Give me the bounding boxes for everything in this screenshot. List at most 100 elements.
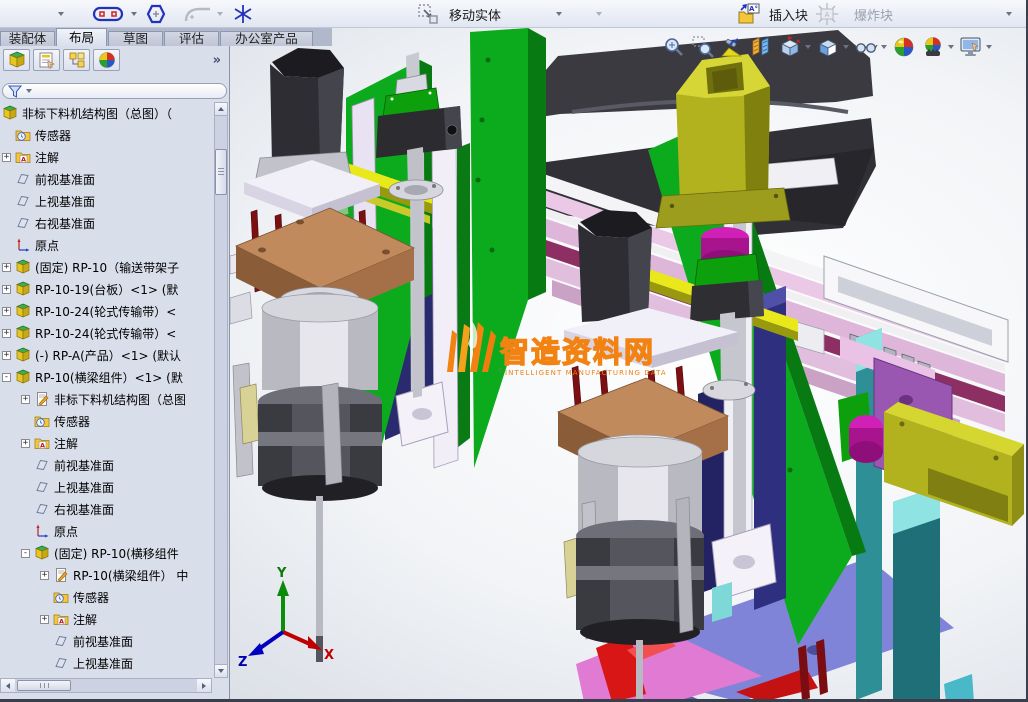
- horizontal-scroll-thumb[interactable]: [17, 680, 71, 691]
- view-orientation-icon-caret[interactable]: [805, 45, 811, 49]
- insert-block-label[interactable]: 插入块: [765, 0, 808, 28]
- vertical-scroll-thumb[interactable]: [215, 149, 227, 195]
- scroll-left-button[interactable]: [1, 679, 15, 692]
- tree-expander[interactable]: +: [21, 395, 30, 404]
- tree-item-label: 右视基准面: [54, 501, 114, 518]
- tree-item[interactable]: +(固定) RP-10（输送带架子: [0, 256, 213, 278]
- scroll-up-button[interactable]: [215, 103, 227, 116]
- tree-item[interactable]: 上视基准面: [0, 190, 213, 212]
- tree-item[interactable]: +RP-10-24(轮式传输带）<: [0, 322, 213, 344]
- hide-show-items-icon[interactable]: [854, 35, 887, 59]
- cad-model[interactable]: 智造资料网 INTELLIGENT MANUFACTURING DATA Y X…: [230, 28, 1026, 699]
- scroll-right-button[interactable]: [197, 679, 211, 692]
- slot-dropdown-caret[interactable]: [128, 0, 137, 28]
- tree-vertical-scrollbar[interactable]: [214, 102, 228, 678]
- plane-icon: [15, 171, 32, 187]
- tree-expander[interactable]: -: [21, 549, 30, 558]
- tree-item-label: 上视基准面: [54, 479, 114, 496]
- tree-item[interactable]: -RP-10(横梁组件）<1> (默: [0, 366, 213, 388]
- pattern-asterisk-icon[interactable]: [230, 0, 256, 28]
- tree-expander[interactable]: +: [21, 439, 30, 448]
- tree-expander[interactable]: -: [2, 373, 11, 382]
- tree-expander[interactable]: +: [2, 351, 11, 360]
- edit-appearance-icon[interactable]: [892, 35, 916, 59]
- origin-icon: [15, 237, 32, 253]
- tree-item[interactable]: +RP-10(横梁组件） 中: [0, 564, 213, 586]
- assembly-icon: [15, 259, 32, 275]
- toolbar-dropdown-caret[interactable]: [55, 0, 64, 28]
- feature-manager-tab[interactable]: [3, 49, 30, 71]
- tree-item[interactable]: +非标下料机结构图（总图: [0, 388, 213, 410]
- display-style-icon[interactable]: [816, 35, 849, 59]
- scroll-down-button[interactable]: [215, 664, 227, 677]
- tree-item[interactable]: 上视基准面: [0, 652, 213, 674]
- apply-scene-icon[interactable]: [921, 35, 954, 59]
- panel-tabs-overflow[interactable]: »: [213, 53, 221, 68]
- watermark-subtitle: INTELLIGENT MANUFACTURING DATA: [505, 369, 667, 377]
- view-orientation-icon[interactable]: [778, 35, 811, 59]
- tree-expander[interactable]: +: [2, 153, 11, 162]
- tab-3[interactable]: 评估: [164, 31, 219, 46]
- tree-expander[interactable]: +: [2, 329, 11, 338]
- slot-icon[interactable]: [92, 0, 124, 28]
- tree-expander[interactable]: +: [40, 571, 49, 580]
- tree-item[interactable]: 右视基准面: [0, 212, 213, 234]
- tab-4[interactable]: 办公室产品: [220, 31, 313, 46]
- tree-item[interactable]: +(-) RP-A(产品）<1> (默认: [0, 344, 213, 366]
- tree-item[interactable]: 传感器: [0, 410, 213, 432]
- tree-expander[interactable]: +: [2, 307, 11, 316]
- tree-expander[interactable]: +: [40, 615, 49, 624]
- tree-item[interactable]: +A注解: [0, 432, 213, 454]
- hide-show-items-icon-caret[interactable]: [881, 45, 887, 49]
- graphics-viewport[interactable]: 智造资料网 INTELLIGENT MANUFACTURING DATA Y X…: [230, 28, 1026, 699]
- view-settings-icon-caret[interactable]: [986, 45, 992, 49]
- tree-item-label: 右视基准面: [35, 215, 95, 232]
- tab-2[interactable]: 草图: [108, 31, 163, 46]
- zoom-to-fit-icon[interactable]: [662, 35, 686, 59]
- move-entities-icon[interactable]: [416, 0, 440, 28]
- sensor-icon: [34, 413, 51, 429]
- tree-expander[interactable]: +: [2, 285, 11, 294]
- tree-item[interactable]: 非标下料机结构图（总图）（: [0, 102, 213, 124]
- tree-item[interactable]: 上视基准面: [0, 476, 213, 498]
- tree-item[interactable]: 右视基准面: [0, 498, 213, 520]
- feature-manager-panel: » 非标下料机结构图（总图）（传感器+A注解前视基准面上视基准面右视基准面原点+…: [0, 46, 230, 702]
- tree-item[interactable]: +RP-10-19(台板）<1> (默: [0, 278, 213, 300]
- fillet-icon: [182, 0, 214, 28]
- tab-0[interactable]: 装配体: [0, 31, 55, 46]
- display-manager-tab[interactable]: [93, 49, 120, 71]
- toolbar-overflow-caret[interactable]: [1003, 0, 1012, 28]
- property-manager-tab[interactable]: [33, 49, 60, 71]
- tree-item-label: 注解: [54, 435, 78, 452]
- zoom-to-area-icon[interactable]: [691, 35, 715, 59]
- tab-1[interactable]: 布局: [56, 28, 107, 46]
- section-view-icon[interactable]: [749, 35, 773, 59]
- tree-item[interactable]: 传感器: [0, 124, 213, 146]
- tree-item[interactable]: +RP-10-24(轮式传输带）<: [0, 300, 213, 322]
- tree-item[interactable]: 前视基准面: [0, 454, 213, 476]
- tree-item[interactable]: +A注解: [0, 146, 213, 168]
- display-style-icon-caret[interactable]: [843, 45, 849, 49]
- tree-item[interactable]: 前视基准面: [0, 168, 213, 190]
- polygon-icon[interactable]: [140, 0, 170, 28]
- plane-icon: [34, 501, 51, 517]
- tree-item-label: 注解: [73, 611, 97, 628]
- tree-horizontal-scrollbar[interactable]: [0, 678, 212, 693]
- tree-item[interactable]: -(固定) RP-10(横移组件: [0, 542, 213, 564]
- filter-caret[interactable]: [26, 89, 32, 93]
- apply-scene-icon-caret[interactable]: [948, 45, 954, 49]
- insert-block-icon[interactable]: A°: [736, 0, 762, 28]
- tree-item[interactable]: 原点: [0, 234, 213, 256]
- tree-expander[interactable]: +: [2, 263, 11, 272]
- view-settings-icon[interactable]: [959, 35, 992, 59]
- tree-item[interactable]: +A注解: [0, 608, 213, 630]
- configuration-manager-tab[interactable]: [63, 49, 90, 71]
- filter-bar[interactable]: [2, 83, 227, 99]
- plane-icon: [34, 457, 51, 473]
- move-entities-caret[interactable]: [553, 0, 562, 28]
- move-entities-label[interactable]: 移动实体: [445, 0, 501, 28]
- tree-item[interactable]: 原点: [0, 520, 213, 542]
- tree-item[interactable]: 前视基准面: [0, 630, 213, 652]
- previous-view-icon[interactable]: [720, 35, 744, 59]
- tree-item[interactable]: 传感器: [0, 586, 213, 608]
